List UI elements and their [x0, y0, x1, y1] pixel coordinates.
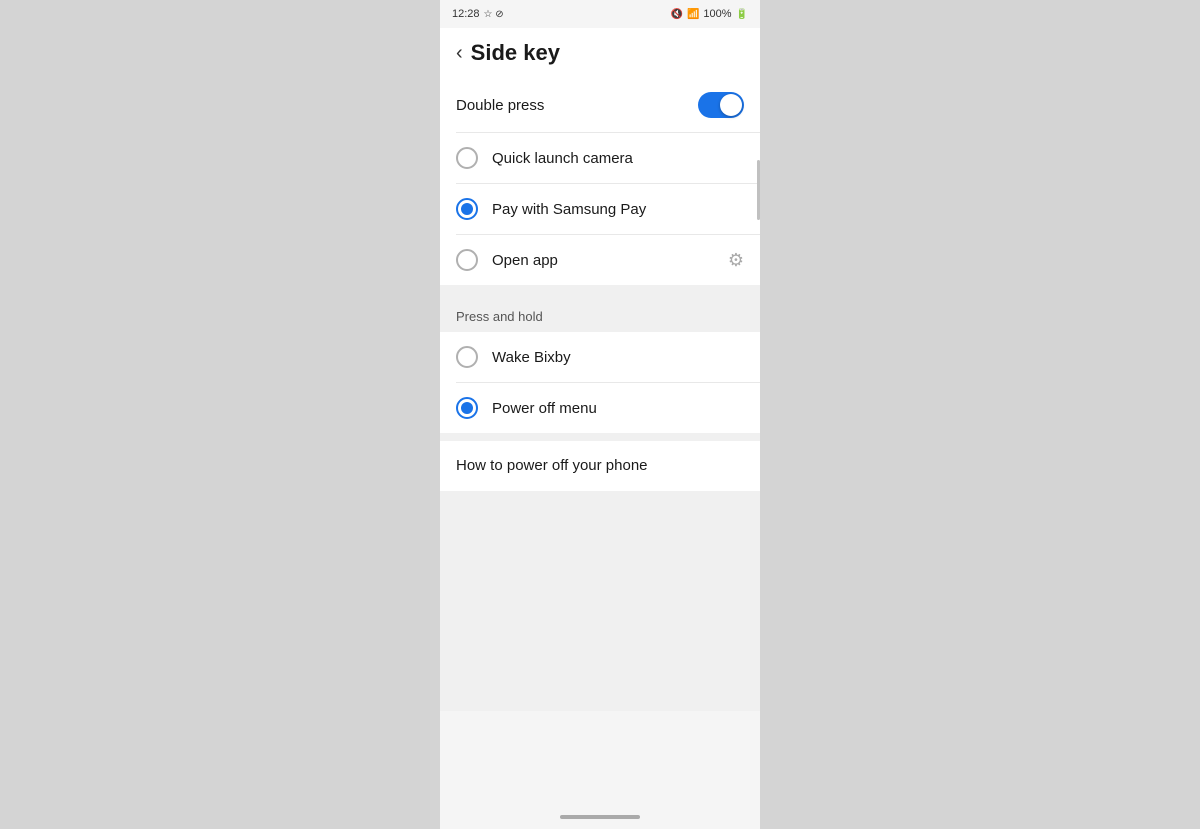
pay-samsung-pay-label: Pay with Samsung Pay: [492, 201, 744, 218]
option-wake-bixby[interactable]: Wake Bixby: [440, 332, 760, 382]
quick-launch-camera-label: Quick launch camera: [492, 150, 744, 167]
double-press-section: Double press Quick launch camera Pay wit…: [440, 78, 760, 285]
option-pay-samsung-pay[interactable]: Pay with Samsung Pay: [440, 184, 760, 234]
scroll-indicator: [757, 160, 760, 220]
status-bar-left: 12:28 ☆ ⊘: [452, 8, 504, 20]
back-button[interactable]: ‹: [456, 43, 463, 63]
open-app-label: Open app: [492, 252, 714, 269]
double-press-header: Double press: [440, 78, 760, 132]
radio-open-app[interactable]: [456, 249, 478, 271]
page-title: Side key: [471, 40, 560, 66]
home-bar: [560, 815, 640, 819]
mute-icon: 🔇: [671, 9, 683, 20]
remaining-space: [440, 491, 760, 711]
status-icons-left: ☆ ⊘: [484, 9, 504, 20]
status-bar-right: 🔇 📶 100% 🔋: [671, 8, 749, 20]
option-quick-launch-camera[interactable]: Quick launch camera: [440, 133, 760, 183]
page-header: ‹ Side key: [440, 28, 760, 78]
wake-bixby-label: Wake Bixby: [492, 349, 744, 366]
radio-quick-launch-camera[interactable]: [456, 147, 478, 169]
how-to-power-off-section[interactable]: How to power off your phone: [440, 441, 760, 491]
press-hold-header: Press and hold: [440, 293, 760, 332]
status-time: 12:28: [452, 8, 480, 20]
content-area: Double press Quick launch camera Pay wit…: [440, 78, 760, 711]
double-press-label: Double press: [456, 97, 544, 114]
battery-icon: 🔋: [736, 9, 748, 20]
radio-pay-samsung-pay[interactable]: [456, 198, 478, 220]
radio-wake-bixby[interactable]: [456, 346, 478, 368]
status-bar: 12:28 ☆ ⊘ 🔇 📶 100% 🔋: [440, 0, 760, 28]
option-power-off-menu[interactable]: Power off menu: [440, 383, 760, 433]
press-and-hold-section: Wake Bixby Power off menu: [440, 332, 760, 433]
option-open-app[interactable]: Open app ⚙: [440, 235, 760, 285]
radio-power-off-menu[interactable]: [456, 397, 478, 419]
wifi-icon: 📶: [687, 9, 699, 20]
battery-label: 100%: [703, 8, 731, 20]
power-off-menu-label: Power off menu: [492, 400, 744, 417]
double-press-toggle[interactable]: [698, 92, 744, 118]
gear-icon[interactable]: ⚙: [728, 250, 744, 271]
how-to-power-off-label: How to power off your phone: [456, 457, 648, 474]
phone-container: 12:28 ☆ ⊘ 🔇 📶 100% 🔋 ‹ Side key Double p…: [440, 0, 760, 829]
press-hold-label: Press and hold: [456, 309, 543, 324]
